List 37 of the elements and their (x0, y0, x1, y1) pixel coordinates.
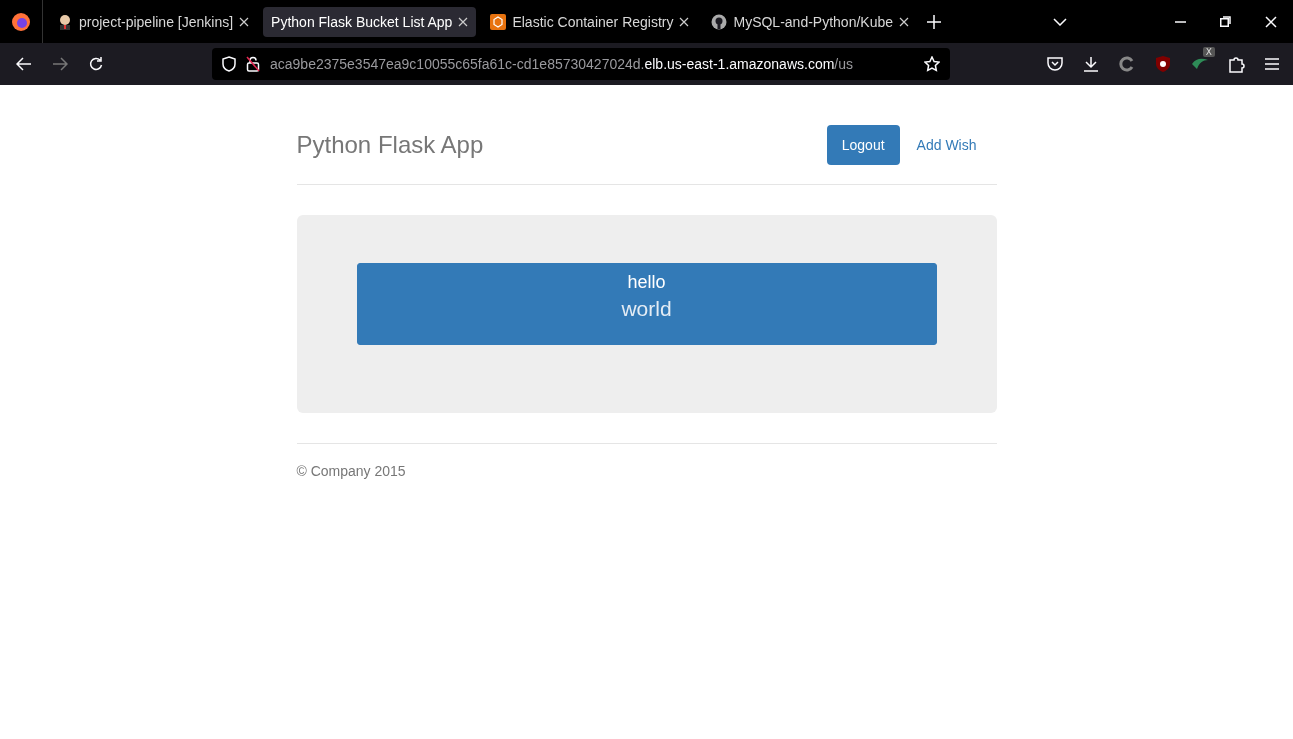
octocat-icon (711, 13, 728, 30)
app-title: Python Flask App (296, 131, 484, 159)
back-icon[interactable] (16, 57, 32, 71)
chevron-down-icon[interactable] (1053, 17, 1067, 26)
extension-badge: X (1202, 46, 1215, 57)
shield-icon[interactable] (222, 56, 236, 72)
browser-tab[interactable]: Elastic Container Registry (482, 6, 698, 37)
address-bar[interactable]: aca9be2375e3547ea9c10055c65fa61c-cd1e85730427024d.elb.us-east-1.amazonaws.com/us (212, 48, 950, 80)
wish-description: world (620, 296, 673, 322)
browser-tab[interactable]: MySQL-and-Python/Kube (703, 6, 917, 37)
browser-tab[interactable]: Python Flask Bucket List App (263, 6, 477, 37)
extension-icon[interactable] (1119, 56, 1135, 72)
footer-text: © Company 2015 (296, 463, 406, 479)
browser-logo-icon[interactable] (11, 11, 31, 32)
butler-icon (57, 13, 73, 30)
pocket-icon[interactable] (1047, 57, 1063, 71)
puzzle-icon[interactable] (1229, 55, 1245, 73)
shield-extension-icon[interactable] (1155, 55, 1171, 73)
close-icon[interactable] (239, 16, 250, 27)
close-icon[interactable] (899, 16, 909, 27)
reload-icon[interactable] (88, 56, 104, 72)
logout-button[interactable]: Logout (826, 125, 900, 165)
restore-icon[interactable] (1220, 16, 1231, 27)
download-icon[interactable] (1083, 56, 1099, 72)
close-icon[interactable] (458, 16, 469, 27)
minimize-icon[interactable] (1175, 20, 1186, 23)
star-icon[interactable] (924, 56, 940, 72)
url-text: aca9be2375e3547ea9c10055c65fa61c-cd1e85730427024d.elb.us-east-1.amazonaws.com/us (270, 56, 855, 72)
wish-title: hello (626, 272, 667, 292)
browser-tab[interactable]: project-pipeline [Jenkins] (49, 6, 258, 37)
close-icon[interactable] (679, 16, 690, 27)
broken-lock-icon[interactable] (246, 56, 260, 72)
container-icon (490, 13, 507, 30)
forward-icon[interactable] (52, 57, 68, 71)
menu-icon[interactable] (1265, 58, 1279, 70)
nav-link[interactable]: Add Wish (901, 125, 992, 165)
new-tab-icon[interactable] (927, 14, 941, 29)
